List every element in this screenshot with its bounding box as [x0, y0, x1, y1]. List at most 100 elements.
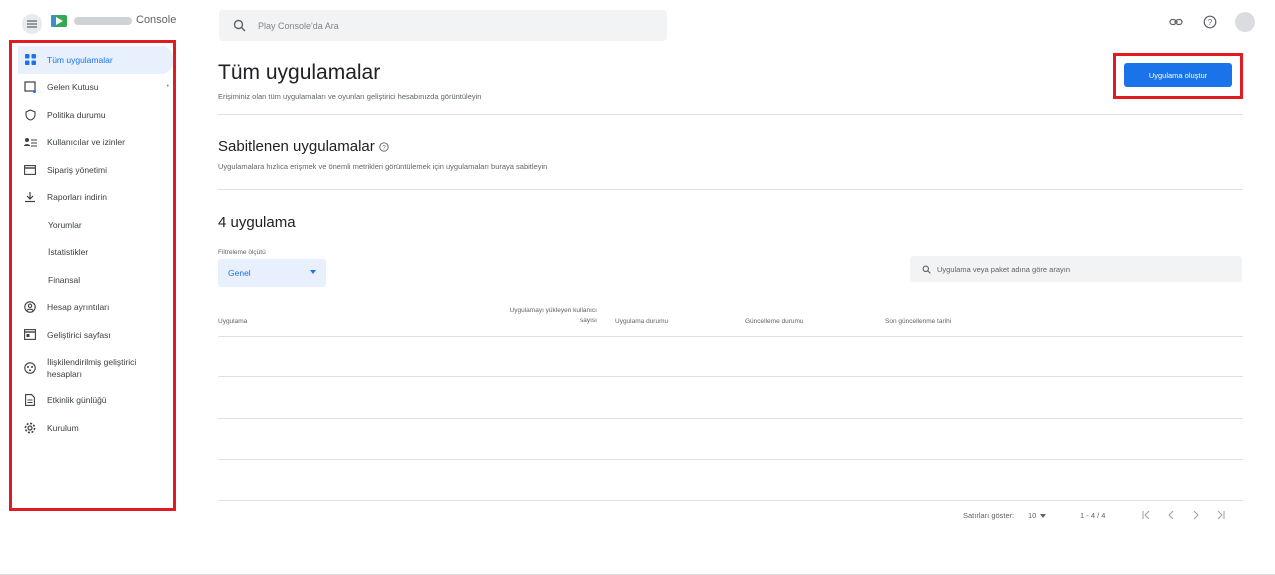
page-subtitle: Erişiminiz olan tüm uygulamaları ve oyun…	[218, 92, 482, 101]
last-page-icon	[1217, 510, 1225, 520]
brand-name-blurred	[74, 17, 132, 25]
play-console-logo	[51, 15, 67, 27]
pinned-apps-subtitle: Uygulamalara hızlıca erişmek ve önemli m…	[218, 162, 548, 171]
table-header-divider	[218, 336, 1243, 337]
sidebar-item-all-apps[interactable]: Tüm uygulamalar	[18, 46, 173, 74]
sidebar-item-label: Raporları indirin	[47, 192, 107, 203]
sidebar-item-activity-log[interactable]: Etkinlik günlüğü	[18, 387, 173, 415]
help-icon: ?	[1203, 15, 1217, 29]
sidebar-item-policy-status[interactable]: Politika durumu	[18, 101, 173, 129]
sidebar-item-reviews[interactable]: Yorumlar	[18, 211, 173, 239]
next-page-button[interactable]	[1190, 509, 1202, 521]
avatar[interactable]	[1235, 12, 1255, 32]
download-icon	[23, 190, 37, 204]
web-page-icon	[23, 328, 37, 342]
caret-down-icon	[310, 270, 316, 274]
search-icon	[922, 265, 931, 274]
column-header-installs-line2: sayısı	[580, 317, 597, 324]
link-button[interactable]	[1167, 13, 1185, 31]
column-header-installs-line1: Uygulamayı yükleyen kullanıcı	[509, 307, 597, 314]
sidebar-item-label: Etkinlik günlüğü	[47, 395, 107, 406]
column-header-installs[interactable]: Uygulamayı yükleyen kullanıcı sayısı	[475, 306, 597, 326]
sidebar-item-label: Politika durumu	[47, 109, 106, 120]
link-icon	[1169, 18, 1183, 26]
sidebar-highlight-box: Tüm uygulamalar Gelen Kutusu • Politika …	[9, 40, 176, 511]
app-search-placeholder: Uygulama veya paket adına göre arayın	[937, 264, 1070, 274]
credit-card-icon	[23, 163, 37, 177]
pinned-apps-title-text: Sabitlenen uygulamalar	[218, 138, 375, 155]
hamburger-menu-button[interactable]	[22, 14, 42, 34]
top-bar: Console Play Console'da Ara ?	[0, 0, 1275, 48]
apps-count-title: 4 uygulama	[218, 214, 296, 231]
column-header-app[interactable]: Uygulama	[218, 317, 247, 327]
sidebar-item-label: İstatistikler	[48, 247, 89, 258]
menu-icon	[27, 20, 37, 28]
inbox-badge: •	[166, 82, 169, 90]
column-header-app-status[interactable]: Uygulama durumu	[615, 317, 668, 327]
filter-dropdown[interactable]: Genel	[218, 259, 326, 287]
help-button[interactable]: ?	[1201, 13, 1219, 31]
sidebar-item-label: Kurulum	[47, 422, 79, 433]
divider	[218, 189, 1243, 190]
page-title: Tüm uygulamalar	[218, 61, 381, 84]
first-page-icon	[1142, 510, 1150, 520]
shield-icon	[23, 108, 37, 122]
gear-icon	[23, 421, 37, 435]
pagination-range: 1 - 4 / 4	[1080, 511, 1106, 520]
document-icon	[23, 393, 37, 407]
chevron-right-icon	[1193, 510, 1199, 520]
brand-console-label: Console	[136, 14, 177, 26]
table-row	[218, 459, 1243, 460]
rows-per-page-value: 10	[1028, 511, 1037, 520]
create-app-highlight-box: Uygulama oluştur	[1113, 53, 1243, 99]
table-row	[218, 376, 1243, 377]
sidebar-item-label: Kullanıcılar ve izinler	[47, 137, 125, 148]
sidebar-item-label: Gelen Kutusu	[47, 82, 99, 93]
filter-value: Genel	[228, 268, 251, 278]
pinned-apps-title: Sabitlenen uygulamalar ?	[218, 138, 389, 155]
rows-per-page-select[interactable]: 10	[1028, 511, 1047, 520]
sidebar-item-linked-developer-accounts[interactable]: İlişkilendirilmiş geliştirici hesapları	[18, 349, 173, 387]
sidebar-item-label: Finansal	[48, 274, 81, 285]
svg-text:?: ?	[1208, 18, 1213, 27]
sidebar-item-users-permissions[interactable]: Kullanıcılar ve izinler	[18, 129, 173, 157]
users-permissions-icon	[23, 135, 37, 149]
sidebar-item-setup[interactable]: Kurulum	[18, 414, 173, 442]
global-search-input[interactable]: Play Console'da Ara	[219, 10, 667, 41]
column-header-last-update[interactable]: Son güncellenme tarihi	[885, 317, 951, 327]
filter-label: Filtreleme ölçütü	[218, 249, 266, 256]
sidebar-item-statistics[interactable]: İstatistikler	[18, 239, 173, 267]
app-window: Console Play Console'da Ara ? Tüm uygula…	[0, 0, 1275, 575]
search-placeholder: Play Console'da Ara	[258, 20, 339, 31]
create-app-button[interactable]: Uygulama oluştur	[1124, 63, 1232, 87]
inbox-icon	[23, 80, 37, 94]
account-circle-icon	[23, 300, 37, 314]
top-right-actions: ?	[1167, 12, 1255, 32]
search-icon	[233, 19, 246, 32]
divider	[218, 114, 1243, 115]
table-row	[218, 500, 1243, 501]
column-header-update-status[interactable]: Güncelleme durumu	[745, 317, 804, 327]
previous-page-button[interactable]	[1165, 509, 1177, 521]
first-page-button[interactable]	[1140, 509, 1152, 521]
sidebar-item-label: Sipariş yönetimi	[47, 164, 107, 175]
last-page-button[interactable]	[1215, 509, 1227, 521]
sidebar-item-label: Geliştirici sayfası	[47, 329, 111, 340]
rows-per-page-label: Satırları göster:	[963, 511, 1015, 520]
linked-accounts-icon	[23, 361, 37, 375]
caret-down-icon	[1040, 513, 1047, 518]
apps-grid-icon	[23, 53, 37, 67]
sidebar-item-inbox[interactable]: Gelen Kutusu •	[18, 74, 173, 102]
sidebar-item-financial[interactable]: Finansal	[18, 266, 173, 294]
sidebar-item-developer-page[interactable]: Geliştirici sayfası	[18, 321, 173, 349]
sidebar-item-account-details[interactable]: Hesap ayrıntıları	[18, 294, 173, 322]
help-icon[interactable]: ?	[379, 141, 389, 152]
sidebar-item-label: Hesap ayrıntıları	[47, 302, 110, 313]
table-row	[218, 418, 1243, 419]
sidebar-item-order-management[interactable]: Sipariş yönetimi	[18, 156, 173, 184]
sidebar-item-label: İlişkilendirilmiş geliştirici hesapları	[47, 356, 137, 379]
sidebar-item-download-reports[interactable]: Raporları indirin	[18, 184, 173, 212]
app-search-input[interactable]: Uygulama veya paket adına göre arayın	[910, 256, 1242, 282]
chevron-left-icon	[1168, 510, 1174, 520]
sidebar-item-label: Yorumlar	[48, 219, 82, 230]
